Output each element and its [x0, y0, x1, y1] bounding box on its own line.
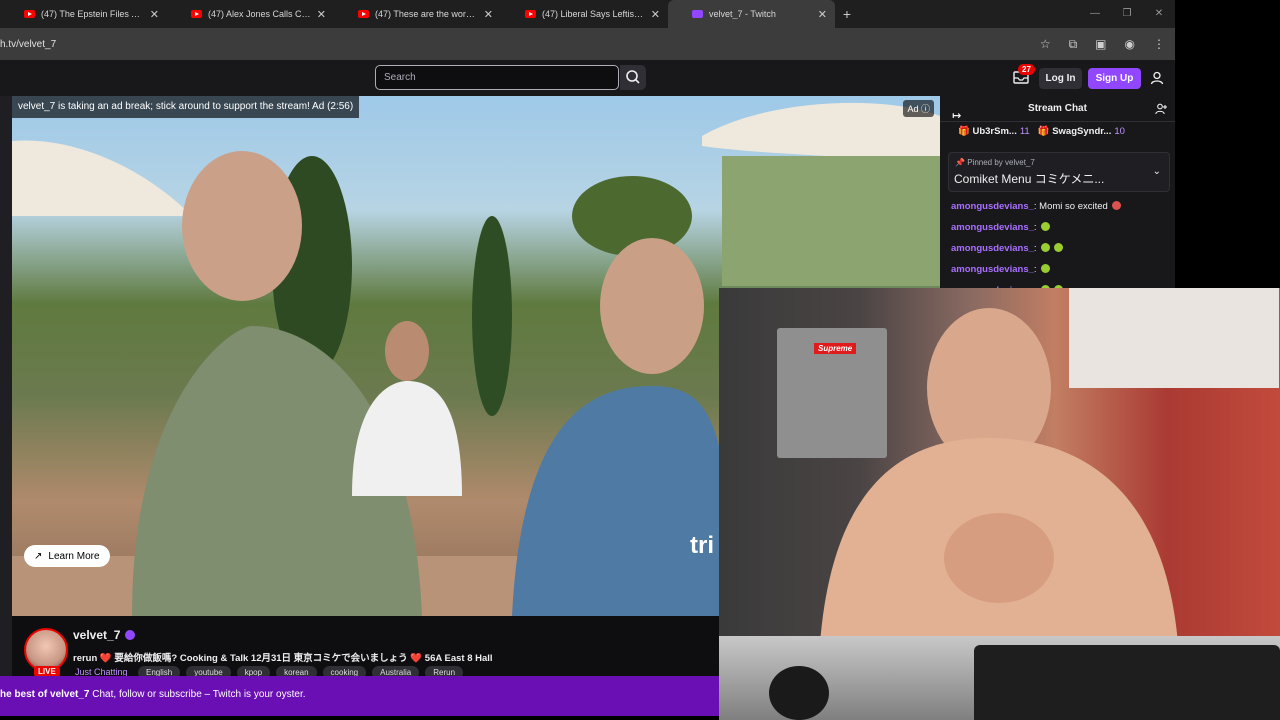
- bookmark-star-icon[interactable]: ☆: [1040, 37, 1051, 51]
- close-icon[interactable]: ✕: [818, 8, 827, 21]
- tab-title: velvet_7 - Twitch: [709, 9, 776, 19]
- close-icon[interactable]: ✕: [651, 8, 660, 21]
- channel-info: LIVE velvet_7 rerun ❤️ 要給你做飯嗎? Cooking &…: [12, 616, 720, 679]
- close-window-icon[interactable]: ✕: [1143, 0, 1175, 28]
- browser-tab[interactable]: (47) Alex Jones Calls Candace C ✕: [167, 0, 334, 28]
- chat-username[interactable]: amongusdevians_: [951, 222, 1034, 233]
- emote-icon: [1040, 222, 1050, 231]
- chat-text: :: [1033, 264, 1037, 275]
- keyboard: [974, 645, 1280, 720]
- stream-chat: ↦ Stream Chat 🎁 Ub3rSm... 11 🎁 SwagSyndr.…: [940, 96, 1175, 296]
- close-icon[interactable]: ✕: [317, 8, 326, 21]
- youtube-icon: [24, 10, 35, 18]
- external-arrow-icon: ↗: [34, 550, 43, 562]
- url-field[interactable]: h.tv/velvet_7: [0, 39, 56, 50]
- left-rail[interactable]: [0, 96, 12, 676]
- chat-username[interactable]: amongusdevians_: [951, 264, 1034, 275]
- close-icon[interactable]: ✕: [484, 8, 493, 21]
- chat-username[interactable]: amongusdevians_: [951, 243, 1034, 254]
- new-tab-button[interactable]: +: [835, 6, 859, 22]
- tab-title: (47) Alex Jones Calls Candace C: [208, 9, 311, 19]
- user-icon[interactable]: [1150, 71, 1164, 85]
- chat-title: Stream Chat: [1028, 103, 1087, 114]
- gift-leaderboard: 🎁 Ub3rSm... 11 🎁 SwagSyndr... 10: [958, 126, 1125, 137]
- login-button[interactable]: Log In: [1039, 68, 1082, 89]
- gift-icon: 🎁: [958, 126, 970, 137]
- gift-icon: 🎁: [1037, 126, 1050, 137]
- gifter-item[interactable]: 🎁 SwagSyndr... 10: [1038, 126, 1125, 137]
- stream-title: rerun ❤️ 要給你做飯嗎? Cooking & Talk 12月31日 東…: [73, 653, 493, 664]
- address-bar: h.tv/velvet_7 ☆ ⧉ ▣ ◉ ⋮: [0, 28, 1175, 60]
- chat-message: amongusdevians_: Momi so excited: [951, 196, 1121, 217]
- computer-mouse: [769, 666, 829, 720]
- tab-title: (47) The Epstein Files Are Way: [41, 9, 144, 19]
- youtube-icon: [191, 10, 202, 18]
- youtube-icon: [358, 10, 369, 18]
- verified-badge-icon: [125, 630, 135, 640]
- chat-header: ↦ Stream Chat: [940, 96, 1175, 122]
- learn-more-button[interactable]: ↗ Learn More: [24, 545, 110, 567]
- profile-icon[interactable]: ◉: [1125, 37, 1135, 51]
- signup-button[interactable]: Sign Up: [1088, 68, 1141, 89]
- learn-more-label: Learn More: [48, 550, 100, 562]
- toolbar-icons: ☆ ⧉ ▣ ◉ ⋮: [1040, 28, 1165, 60]
- emote-icon: [1040, 243, 1050, 252]
- chat-username[interactable]: amongusdevians_: [951, 201, 1034, 212]
- ad-badge: Ad ⓘ: [903, 100, 934, 117]
- chat-text: : Momi so excited: [1033, 201, 1108, 212]
- streamer-figure: [819, 308, 1179, 658]
- maximize-icon[interactable]: ❐: [1111, 0, 1143, 28]
- banner-bold-text: he best of velvet_7: [0, 689, 90, 700]
- tab-title: (47) These are the worst pirate: [375, 9, 478, 19]
- ad-break-notice: velvet_7 is taking an ad break; stick ar…: [12, 96, 360, 118]
- pinned-message[interactable]: 📌 Pinned by velvet_7 Comiket Menu コミケメニ.…: [948, 152, 1170, 192]
- notification-badge: 27: [1018, 64, 1035, 75]
- twitch-icon: [692, 10, 703, 18]
- search-input[interactable]: Search: [375, 65, 619, 90]
- chat-messages: amongusdevians_: Momi so excited amongus…: [951, 196, 1121, 301]
- menu-icon[interactable]: ⋮: [1153, 37, 1165, 51]
- chat-message: amongusdevians_:: [951, 217, 1121, 238]
- emote-icon: [1040, 264, 1050, 273]
- webcam-overlay: Supreme: [719, 288, 1280, 720]
- chat-text: :: [1033, 222, 1037, 233]
- tab-title: (47) Liberal Says Leftists F'D UP: [542, 9, 645, 19]
- browser-tab[interactable]: (47) The Epstein Files Are Way ✕: [0, 0, 167, 28]
- gifter-item[interactable]: 🎁 Ub3rSm... 11: [958, 126, 1030, 137]
- pinned-by-label: 📌 Pinned by velvet_7: [955, 158, 1035, 167]
- browser-tab-active[interactable]: velvet_7 - Twitch ✕: [668, 0, 835, 28]
- signup-banner[interactable]: he best of velvet_7 Chat, follow or subs…: [0, 676, 720, 716]
- search-icon: [626, 70, 640, 84]
- browser-tab[interactable]: (47) Liberal Says Leftists F'D UP ✕: [501, 0, 668, 28]
- browser-tab[interactable]: (47) These are the worst pirate ✕: [334, 0, 501, 28]
- extensions-icon[interactable]: ⧉: [1069, 37, 1078, 52]
- chat-text: :: [1033, 243, 1037, 254]
- youtube-icon: [525, 10, 536, 18]
- pin-icon: 📌: [955, 158, 965, 167]
- browser-tab-bar: (47) The Epstein Files Are Way ✕ (47) Al…: [0, 0, 1175, 28]
- pinned-message-text: Comiket Menu コミケメニ...: [954, 172, 1105, 186]
- banner-text: Chat, follow or subscribe – Twitch is yo…: [92, 689, 306, 700]
- window-controls: — ❐ ✕: [1079, 0, 1175, 28]
- channel-name[interactable]: velvet_7: [73, 628, 120, 642]
- community-icon[interactable]: [1155, 103, 1167, 115]
- search-button[interactable]: [620, 65, 646, 90]
- emote-icon: [1053, 243, 1063, 252]
- minimize-icon[interactable]: —: [1079, 0, 1111, 28]
- chevron-down-icon[interactable]: ⌄: [1153, 166, 1161, 177]
- chat-message: amongusdevians_:: [951, 259, 1121, 280]
- emote-icon: [1111, 201, 1121, 210]
- cast-icon[interactable]: ▣: [1095, 37, 1106, 51]
- ad-overlay-text: tri: [690, 532, 714, 559]
- close-icon[interactable]: ✕: [150, 8, 159, 21]
- chat-message: amongusdevians_:: [951, 238, 1121, 259]
- twitch-top-nav: Search 27 Log In Sign Up: [0, 60, 1175, 96]
